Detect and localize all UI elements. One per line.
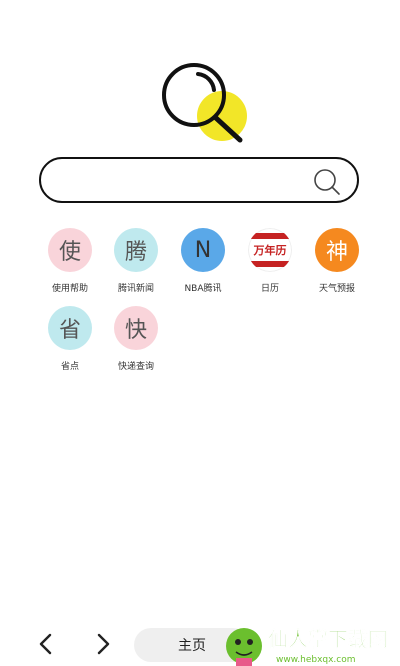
weather-icon: 神 [315,228,359,272]
search-input[interactable] [39,157,359,203]
shortcut-label: NBA腾讯 [184,284,222,294]
app-logo-magnifier-icon [162,63,247,143]
shortcut-express[interactable]: 快 快递查询 [101,306,171,372]
shortcut-label: 快递查询 [117,362,154,372]
shortcut-label: 腾讯新闻 [117,284,154,294]
forward-arrow-icon[interactable] [92,632,114,656]
shortcut-label: 省点 [60,362,79,372]
shortcut-tencent-news[interactable]: 腾 腾讯新闻 [101,228,171,294]
shortcut-label: 天气预报 [318,284,355,294]
tencent-news-icon: 腾 [114,228,158,272]
watermark-brand: 289 [236,588,294,621]
calendar-icon: 万年历 [248,228,292,272]
shortcut-calendar[interactable]: 万年历 日历 [235,228,305,294]
shortcut-weather[interactable]: 神 天气预报 [302,228,372,294]
help-icon: 使 [48,228,92,272]
save-icon: 省 [48,306,92,350]
back-arrow-icon[interactable] [35,632,57,656]
watermark-domain-suffix: com [310,592,348,613]
bottom-nav: 主页 [0,622,400,666]
shortcut-save[interactable]: 省 省点 [35,306,105,372]
search-icon[interactable] [313,168,341,196]
shortcut-label: 使用帮助 [51,284,88,294]
home-button[interactable]: 主页 [134,628,250,662]
express-icon: 快 [114,306,158,350]
shortcut-help[interactable]: 使 使用帮助 [35,228,105,294]
shortcut-label: 日历 [260,284,279,294]
nba-icon: N [181,228,225,272]
shortcut-nba[interactable]: N NBA腾讯 [168,228,238,294]
